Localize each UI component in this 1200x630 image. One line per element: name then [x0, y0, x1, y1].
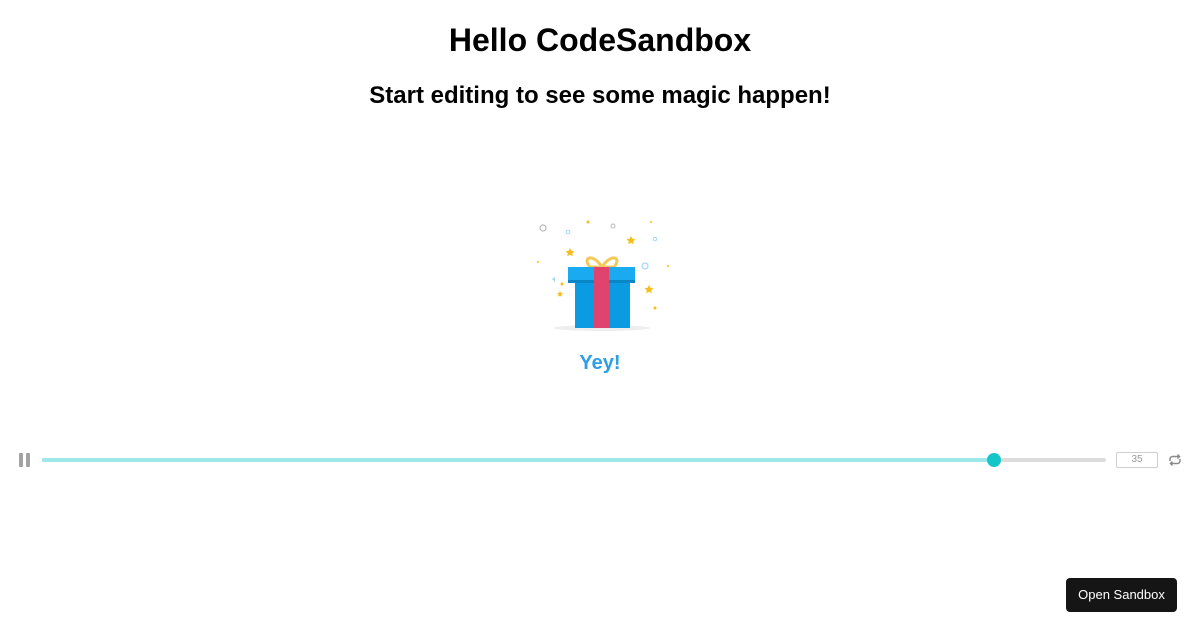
- loop-icon[interactable]: [1167, 452, 1183, 468]
- animation-player: [0, 447, 1200, 473]
- progress-fill: [42, 458, 995, 462]
- page-subtitle: Start editing to see some magic happen!: [369, 82, 831, 109]
- progress-slider[interactable]: [42, 453, 1106, 467]
- page-title: Hello CodeSandbox: [448, 22, 752, 58]
- pause-icon[interactable]: [18, 453, 32, 467]
- gift-box-icon: [530, 212, 670, 337]
- progress-thumb[interactable]: [987, 453, 1002, 467]
- animation-caption: Yey!: [579, 352, 621, 374]
- open-sandbox-button[interactable]: Open Sandbox: [1066, 578, 1177, 612]
- frame-input[interactable]: [1116, 452, 1158, 468]
- page: Hello CodeSandbox Start editing to see s…: [0, 0, 1200, 630]
